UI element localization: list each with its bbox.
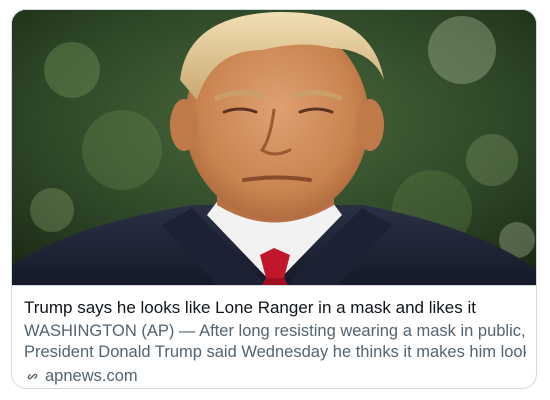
description-line-1: WASHINGTON (AP) — After long resisting w… [24,322,526,340]
link-icon [24,368,41,385]
description-line-2: President Donald Trump said Wednesday he… [24,343,526,361]
article-headline[interactable]: Trump says he looks like Lone Ranger in … [24,297,526,319]
article-description: WASHINGTON (AP) — After long resisting w… [24,321,526,363]
article-domain[interactable]: apnews.com [24,366,526,387]
article-photo[interactable] [12,10,536,285]
card-text-area[interactable]: Trump says he looks like Lone Ranger in … [12,285,536,388]
link-preview-card[interactable]: Trump says he looks like Lone Ranger in … [11,9,537,389]
photo-illustration [12,10,536,285]
domain-label[interactable]: apnews.com [45,366,138,387]
